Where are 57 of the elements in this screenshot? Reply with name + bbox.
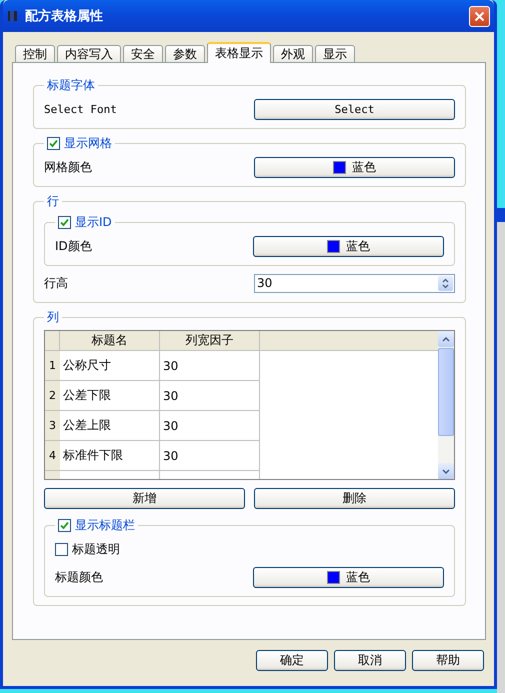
tab[interactable]: 控制 (15, 45, 55, 63)
window-title: 配方表格属性 (25, 8, 104, 25)
field-label: 网格颜色 (44, 158, 92, 176)
dialog-button[interactable]: 取消 (334, 650, 406, 671)
dialog-button[interactable]: 确定 (256, 650, 328, 671)
tab[interactable]: 内容写入 (57, 45, 121, 63)
group-title: 标题字体 (47, 77, 95, 94)
add-button[interactable]: 新增 (44, 488, 245, 509)
table-cell: 标准件下限 (60, 441, 160, 471)
table-cell: 30 (160, 351, 260, 381)
scrollbar[interactable] (438, 331, 454, 479)
row-number: 4 (45, 441, 60, 471)
table-cell: 30 (160, 441, 260, 471)
color-button[interactable]: 蓝色 (254, 156, 455, 178)
group-title: 行 (47, 193, 59, 210)
scroll-up-button[interactable] (438, 331, 454, 347)
tab[interactable]: 显示 (315, 45, 355, 63)
group-title: 显示标题栏 (75, 517, 135, 534)
field-label: Select Font (44, 102, 117, 116)
tab[interactable]: 表格显示 (207, 42, 271, 63)
table-cell: 30 (160, 381, 260, 411)
tab[interactable]: 参数 (165, 45, 205, 63)
caret-up-icon (442, 336, 450, 342)
delete-button[interactable]: 删除 (254, 488, 455, 509)
tab[interactable]: 安全 (123, 45, 163, 63)
spinner-icon[interactable] (438, 276, 453, 290)
checkbox[interactable] (58, 519, 71, 532)
column-header: 列宽因子 (160, 331, 260, 351)
group-title: 显示ID (75, 214, 112, 231)
field-label: 标题颜色 (55, 568, 103, 586)
tab[interactable]: 外观 (273, 45, 313, 63)
checkbox[interactable] (47, 137, 60, 150)
dialog-button[interactable]: 帮助 (412, 650, 484, 671)
table-cell: 公差上限 (60, 411, 160, 441)
close-icon[interactable] (469, 6, 490, 26)
row-number: 2 (45, 381, 60, 411)
table-cell: 公称尺寸 (60, 351, 160, 381)
table-cell: 30 (160, 411, 260, 441)
color-button[interactable]: 蓝色 (253, 236, 444, 256)
group-title: 列 (47, 309, 59, 326)
table-header (45, 331, 60, 351)
group-title: 显示网格 (64, 135, 112, 152)
column-header: 标题名 (60, 331, 160, 351)
checkbox[interactable] (55, 542, 68, 556)
number-field[interactable]: 30 (254, 274, 455, 292)
table-cell: 公差下限 (60, 381, 160, 411)
checkbox-label: 标题透明 (72, 540, 120, 558)
select-button[interactable]: Select (254, 98, 455, 120)
field-label: ID颜色 (55, 238, 92, 254)
scroll-thumb[interactable] (438, 348, 454, 436)
caret-down-icon (442, 468, 450, 474)
checkbox[interactable] (58, 216, 71, 229)
field-label: 行高 (44, 274, 68, 292)
row-number: 1 (45, 351, 60, 381)
color-button[interactable]: 蓝色 (253, 566, 444, 588)
scroll-down-button[interactable] (438, 463, 454, 479)
row-number: 3 (45, 411, 60, 441)
